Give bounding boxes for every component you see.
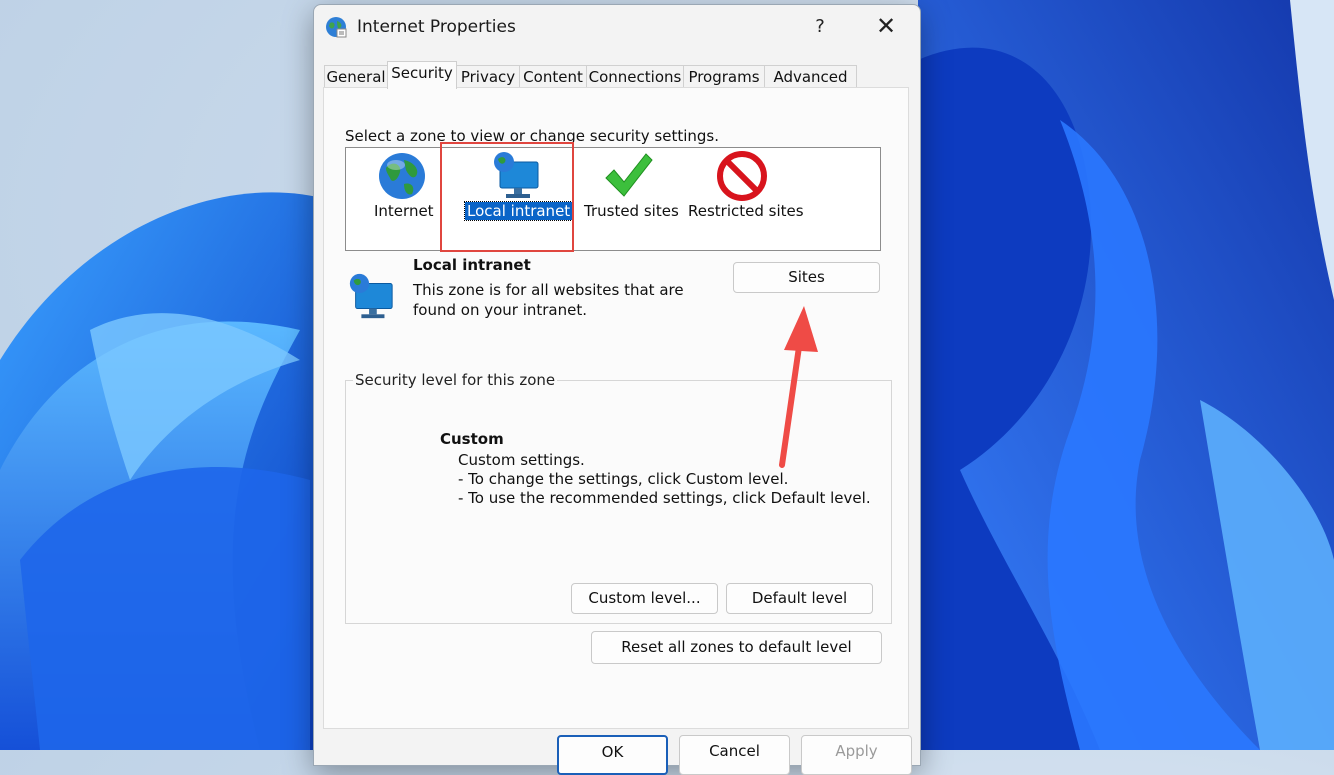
checkmark-icon [605,153,653,197]
reset-all-zones-button[interactable]: Reset all zones to default level [591,631,882,664]
title-bar[interactable]: Internet Properties ? ✕ [314,5,920,49]
level-desc-line1: Custom settings. [458,451,585,469]
apply-button[interactable]: Apply [801,735,912,775]
custom-level-button[interactable]: Custom level... [571,583,718,614]
restricted-icon [717,151,767,201]
level-desc-line3: - To use the recommended settings, click… [458,489,871,507]
tab-privacy[interactable]: Privacy [456,65,520,88]
intranet-icon [349,273,393,319]
tab-security[interactable]: Security [387,61,457,89]
security-level-label: Security level for this zone [353,371,558,389]
close-button[interactable]: ✕ [870,11,902,43]
annotation-arrow [779,306,818,468]
zone-description-line1: This zone is for all websites that are [413,281,684,299]
globe-icon [379,153,425,199]
zone-label: Restricted sites [688,202,804,220]
tab-connections[interactable]: Connections [586,65,684,88]
sites-button[interactable]: Sites [733,262,880,293]
highlight-box [440,142,574,252]
tab-general[interactable]: General [324,65,388,88]
ok-button[interactable]: OK [557,735,668,775]
zone-title: Local intranet [413,256,531,274]
zone-trusted-sites[interactable]: Trusted sites [574,148,684,250]
dialog-title: Internet Properties [357,17,516,37]
zone-list: Internet Local intranet Trusted sites Re… [345,142,881,252]
level-desc-line2: - To change the settings, click Custom l… [458,470,789,488]
level-name: Custom [440,430,504,448]
zone-description-line2: found on your intranet. [413,301,588,319]
internet-globe-icon [326,17,347,38]
zone-label: Trusted sites [584,202,679,220]
default-level-button[interactable]: Default level [726,583,873,614]
tab-advanced[interactable]: Advanced [764,65,857,88]
cancel-button[interactable]: Cancel [679,735,790,775]
help-button[interactable]: ? [806,13,834,41]
zone-restricted-sites[interactable]: Restricted sites [686,148,804,250]
tab-content[interactable]: Content [519,65,587,88]
zone-label: Internet [374,202,434,220]
tab-programs[interactable]: Programs [683,65,765,88]
